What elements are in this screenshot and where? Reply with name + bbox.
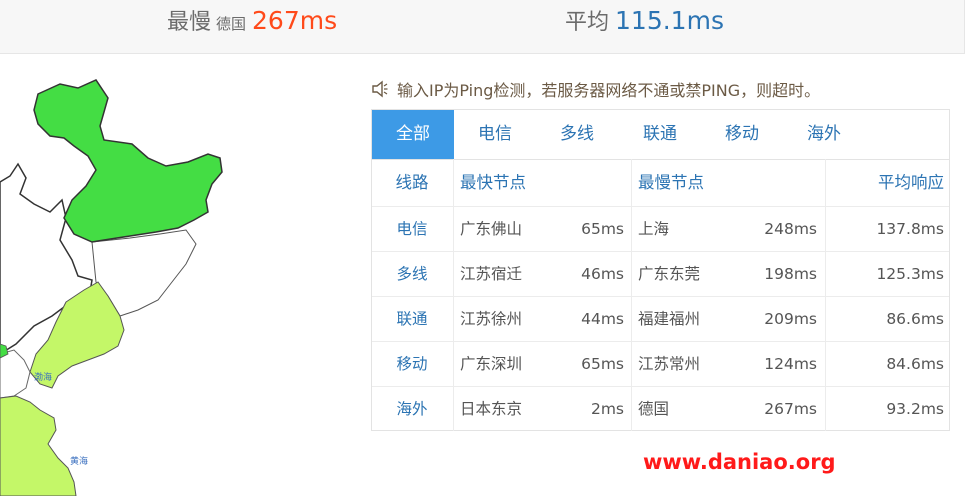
table-row: 电信 广东佛山 65ms 上海 248ms 137.8ms bbox=[372, 207, 949, 252]
row-average: 125.3ms bbox=[876, 265, 944, 283]
map-shandong-region[interactable] bbox=[0, 395, 77, 496]
row-fastest-ms: 65ms bbox=[581, 355, 624, 373]
row-average: 86.6ms bbox=[886, 310, 944, 328]
map-sea-label-bohai: 渤海 bbox=[34, 371, 52, 383]
slowest-value: 267ms bbox=[252, 6, 338, 35]
summary-bar: 最慢 德国 267ms 平均 115.1ms bbox=[0, 0, 965, 54]
tab-telecom[interactable]: 电信 bbox=[454, 110, 536, 159]
isp-tabs: 全部 电信 多线 联通 移动 海外 bbox=[372, 110, 949, 160]
average-label: 平均 bbox=[565, 10, 610, 35]
slowest-label: 最慢 bbox=[167, 10, 212, 35]
header-average: 平均响应 bbox=[878, 173, 944, 192]
row-slowest-node: 江苏常州 bbox=[638, 355, 701, 373]
row-slowest-node: 上海 bbox=[638, 220, 670, 238]
row-average: 137.8ms bbox=[876, 220, 944, 238]
row-average: 93.2ms bbox=[886, 400, 944, 418]
table-header: 线路 最快节点 最慢节点 平均响应 bbox=[372, 159, 949, 207]
row-fastest-node: 江苏宿迁 bbox=[460, 265, 523, 283]
row-slowest-ms: 248ms bbox=[764, 220, 817, 238]
slowest-location: 德国 bbox=[216, 15, 247, 33]
tab-overseas[interactable]: 海外 bbox=[783, 110, 865, 159]
tab-mobile[interactable]: 移动 bbox=[701, 110, 783, 159]
row-fastest-node: 广东深圳 bbox=[460, 355, 523, 373]
row-fastest-node: 广东佛山 bbox=[460, 220, 523, 238]
row-slowest-ms: 198ms bbox=[764, 265, 817, 283]
row-slowest-node: 德国 bbox=[638, 400, 670, 418]
row-fastest-node: 江苏徐州 bbox=[460, 310, 523, 328]
row-slowest-node: 广东东莞 bbox=[638, 265, 701, 283]
average-value: 115.1ms bbox=[615, 6, 724, 35]
speaker-icon bbox=[372, 80, 388, 98]
tab-all[interactable]: 全部 bbox=[372, 110, 454, 159]
map-sea-label-huanghai: 黄海 bbox=[70, 455, 88, 467]
map-hebei-fragment[interactable] bbox=[0, 349, 31, 399]
row-average: 84.6ms bbox=[886, 355, 944, 373]
tab-unicom[interactable]: 联通 bbox=[619, 110, 701, 159]
header-isp: 线路 bbox=[395, 173, 429, 192]
header-fastest: 最快节点 bbox=[460, 173, 526, 192]
table-row: 多线 江苏宿迁 46ms 广东东莞 198ms 125.3ms bbox=[372, 252, 949, 297]
table-row: 联通 江苏徐州 44ms 福建福州 209ms 86.6ms bbox=[372, 297, 949, 342]
row-slowest-node: 福建福州 bbox=[638, 310, 701, 328]
row-slowest-ms: 124ms bbox=[764, 355, 817, 373]
row-fastest-ms: 2ms bbox=[590, 400, 624, 418]
average-stat: 平均 115.1ms bbox=[565, 4, 724, 38]
row-fastest-node: 日本东京 bbox=[460, 400, 523, 418]
results-panel: 全部 电信 多线 联通 移动 海外 线路 最快节点 最慢节点 平均响应 电信 广… bbox=[371, 109, 950, 431]
row-isp[interactable]: 移动 bbox=[372, 342, 452, 386]
table-row: 海外 日本东京 2ms 德国 267ms 93.2ms bbox=[372, 387, 949, 432]
ping-notice: 输入IP为Ping检测，若服务器网络不通或禁PING，则超时。 bbox=[371, 76, 820, 102]
row-fastest-ms: 44ms bbox=[581, 310, 624, 328]
slowest-stat: 最慢 德国 267ms bbox=[167, 4, 337, 38]
row-isp[interactable]: 海外 bbox=[372, 387, 452, 431]
table-row: 移动 广东深圳 65ms 江苏常州 124ms 84.6ms bbox=[372, 342, 949, 387]
header-slowest: 最慢节点 bbox=[638, 173, 704, 192]
row-isp[interactable]: 联通 bbox=[372, 297, 452, 341]
china-map: 渤海 黄海 bbox=[0, 79, 223, 496]
row-isp[interactable]: 多线 bbox=[372, 252, 452, 296]
row-fastest-ms: 46ms bbox=[581, 265, 624, 283]
site-watermark: www.daniao.org bbox=[643, 450, 836, 474]
row-slowest-ms: 267ms bbox=[764, 400, 817, 418]
tab-multiline[interactable]: 多线 bbox=[536, 110, 618, 159]
row-fastest-ms: 65ms bbox=[581, 220, 624, 238]
notice-text: 输入IP为Ping检测，若服务器网络不通或禁PING，则超时。 bbox=[397, 81, 821, 100]
row-slowest-ms: 209ms bbox=[764, 310, 817, 328]
row-isp[interactable]: 电信 bbox=[372, 207, 452, 251]
